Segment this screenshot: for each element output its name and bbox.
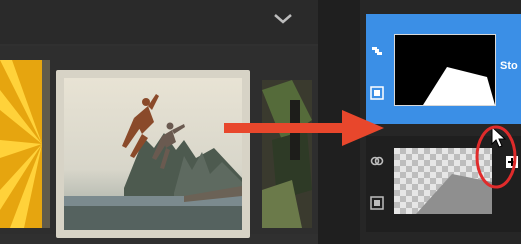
- jumping-people-photo: [64, 78, 242, 230]
- layer-mask-thumbnail[interactable]: [394, 34, 496, 106]
- thumbnail-border: [42, 60, 50, 228]
- filmstrip-thumbnail-dark[interactable]: [262, 80, 312, 228]
- filmstrip-thumbnail-selected[interactable]: [56, 70, 250, 238]
- filmstrip-thumbnail-yellow[interactable]: [0, 60, 42, 228]
- filmstrip-header: [0, 0, 318, 44]
- chevron-down-icon[interactable]: [272, 11, 294, 27]
- mask-icon[interactable]: [370, 196, 384, 210]
- layer-name-label: Sto: [500, 60, 518, 72]
- link-icon[interactable]: [370, 44, 384, 58]
- mask-shape: [423, 67, 495, 105]
- highlight-circle: [475, 125, 517, 189]
- annotation-arrow: [224, 110, 384, 146]
- link-icon[interactable]: [370, 154, 384, 168]
- mask-icon[interactable]: [370, 86, 384, 100]
